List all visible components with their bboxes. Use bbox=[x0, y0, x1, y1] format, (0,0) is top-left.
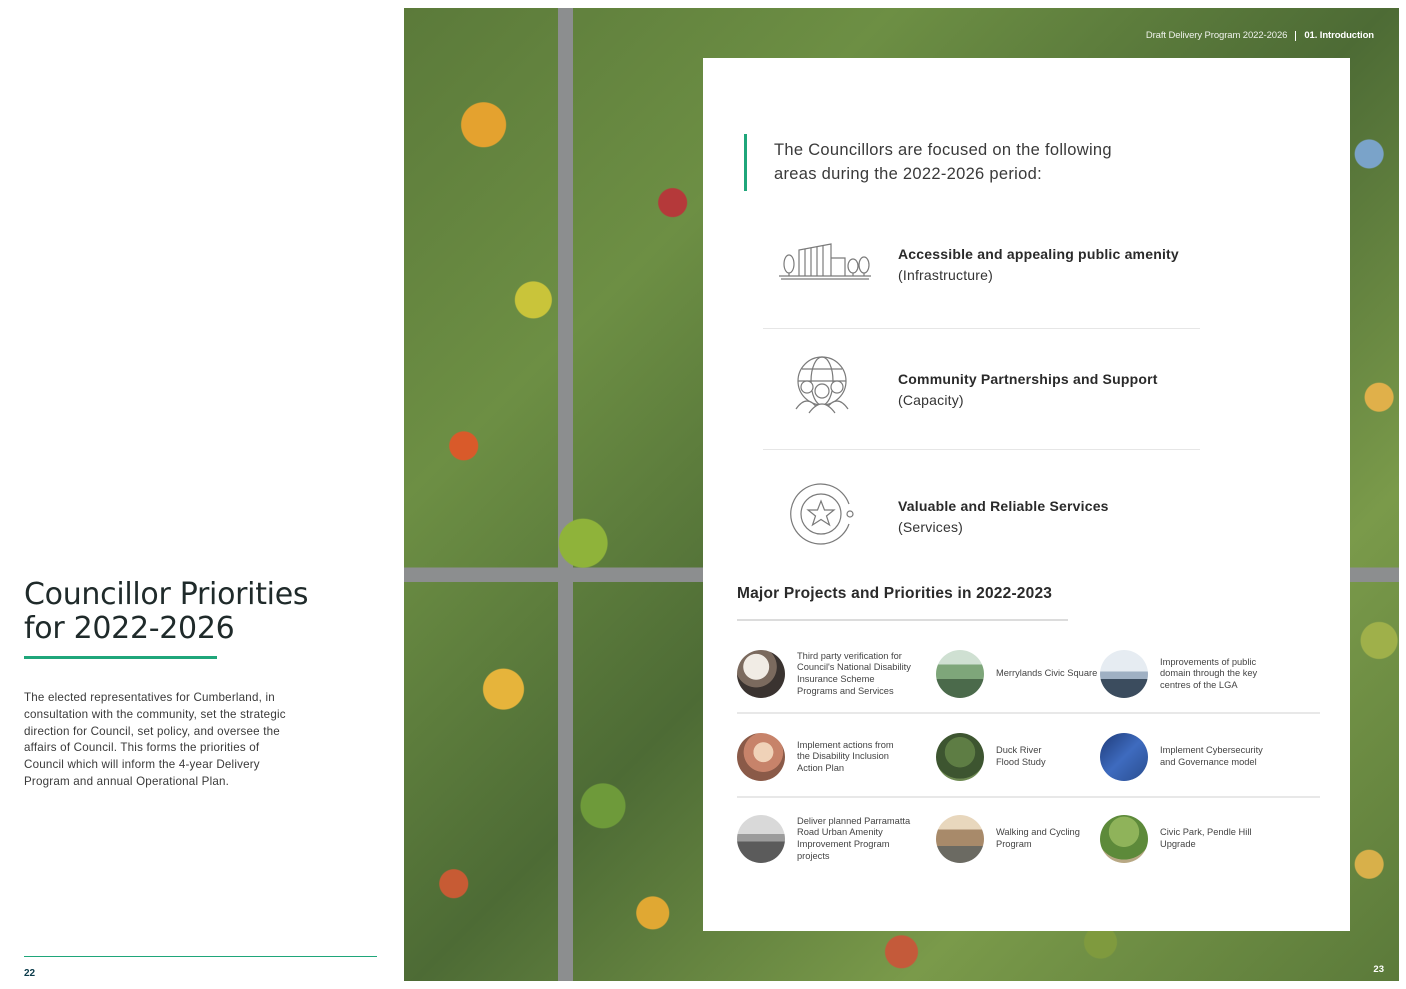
project-photo bbox=[737, 815, 785, 863]
priority-title: Valuable and Reliable Services bbox=[898, 498, 1109, 514]
priorities-intro: The Councillors are focused on the follo… bbox=[774, 141, 1112, 183]
page-title-line2: for 2022-2026 bbox=[24, 611, 235, 646]
priority-title: Community Partnerships and Support bbox=[898, 371, 1158, 387]
project-label: Implement actions from the Disability In… bbox=[797, 739, 894, 773]
projects-heading-underline bbox=[737, 619, 1068, 621]
page-title: Councillor Priorities for 2022-2026 bbox=[24, 577, 309, 646]
project-label: Improvements of public domain through th… bbox=[1160, 656, 1258, 690]
project-item: Third party verification for Council's N… bbox=[737, 650, 917, 698]
footer-rule bbox=[24, 956, 377, 957]
priority-text: Accessible and appealing public amenity … bbox=[898, 244, 1218, 286]
priority-infrastructure: Accessible and appealing public amenity … bbox=[763, 228, 1203, 298]
project-photo bbox=[737, 650, 785, 698]
project-label: Civic Park, Pendle Hill Upgrade bbox=[1160, 827, 1252, 849]
project-item: Civic Park, Pendle Hill Upgrade bbox=[1100, 815, 1260, 863]
header-divider bbox=[1295, 30, 1297, 41]
infrastructure-icon bbox=[779, 243, 871, 280]
priority-divider bbox=[763, 328, 1200, 329]
priority-capacity: Community Partnerships and Support (Capa… bbox=[763, 353, 1203, 423]
project-label: Third party verification for Council's N… bbox=[797, 650, 911, 696]
project-item: Merrylands Civic Square bbox=[936, 650, 1116, 698]
project-photo bbox=[936, 733, 984, 781]
project-row-divider bbox=[737, 796, 1320, 798]
projects-heading: Major Projects and Priorities in 2022-20… bbox=[737, 585, 1053, 602]
project-label: Implement Cybersecurity and Governance m… bbox=[1160, 745, 1263, 767]
project-photo bbox=[936, 815, 984, 863]
priority-divider bbox=[763, 449, 1200, 450]
community-globe-icon bbox=[795, 356, 849, 414]
priority-services: Valuable and Reliable Services (Services… bbox=[763, 480, 1203, 550]
project-label: Walking and Cycling Program bbox=[996, 827, 1080, 849]
priority-text: Valuable and Reliable Services (Services… bbox=[898, 496, 1218, 538]
page-title-line1: Councillor Priorities bbox=[24, 577, 309, 612]
priority-subtitle: (Capacity) bbox=[898, 392, 964, 408]
title-underline bbox=[24, 656, 217, 659]
project-label: Duck River Flood Study bbox=[996, 745, 1046, 767]
project-photo bbox=[936, 650, 984, 698]
page-number-left: 22 bbox=[24, 968, 36, 979]
project-label: Merrylands Civic Square bbox=[996, 668, 1098, 679]
project-photo bbox=[1100, 733, 1148, 781]
project-item: Implement Cybersecurity and Governance m… bbox=[1100, 733, 1272, 781]
project-photo bbox=[1100, 815, 1148, 863]
project-item: Implement actions from the Disability In… bbox=[737, 733, 907, 781]
section-label: 01. Introduction bbox=[1304, 30, 1374, 41]
content-panel: The Councillors are focused on the follo… bbox=[703, 58, 1350, 931]
project-photo bbox=[1100, 650, 1148, 698]
document-title: Draft Delivery Program 2022-2026 bbox=[1145, 30, 1288, 41]
priority-subtitle: (Infrastructure) bbox=[898, 267, 993, 283]
priority-subtitle: (Services) bbox=[898, 519, 964, 535]
project-row-divider bbox=[737, 712, 1320, 714]
star-badge-icon bbox=[790, 483, 854, 545]
running-header: Draft Delivery Program 2022-2026 01. Int… bbox=[1146, 30, 1374, 41]
project-item: Walking and Cycling Program bbox=[936, 815, 1088, 863]
project-item: Duck River Flood Study bbox=[936, 733, 1056, 781]
priority-title: Accessible and appealing public amenity bbox=[898, 246, 1179, 262]
priority-text: Community Partnerships and Support (Capa… bbox=[898, 369, 1218, 411]
project-item: Deliver planned Parramatta Road Urban Am… bbox=[737, 815, 917, 863]
project-photo bbox=[737, 733, 785, 781]
page-number-right: 23 bbox=[1373, 964, 1384, 975]
intro-accent-bar bbox=[744, 134, 747, 191]
project-label: Deliver planned Parramatta Road Urban Am… bbox=[797, 815, 911, 861]
intro-paragraph: The elected representatives for Cumberla… bbox=[24, 691, 286, 788]
project-item: Improvements of public domain through th… bbox=[1100, 650, 1272, 698]
